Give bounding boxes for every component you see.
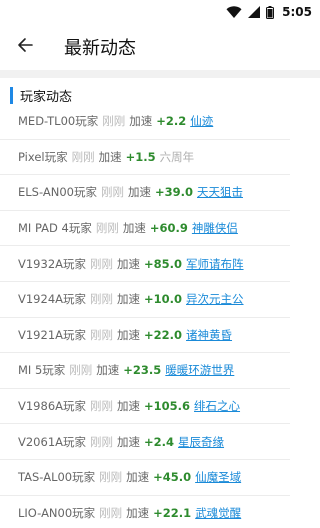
activity-row: MED-TL00玩家 刚刚 加速 +2.2 仙迹 xyxy=(0,104,290,140)
activity-row: MI 5玩家 刚刚 加速 +23.5 暖暖环游世界 xyxy=(0,353,290,389)
activity-device: TAS-AL00玩家 xyxy=(18,470,96,485)
activity-game-link[interactable]: 诸神黄昏 xyxy=(186,327,232,343)
activity-device: Pixel玩家 xyxy=(18,149,68,164)
page-title: 最新动态 xyxy=(64,38,136,59)
activity-boost: +10.0 xyxy=(144,292,183,307)
activity-boost: +39.0 xyxy=(154,185,193,200)
activity-game-link[interactable]: 仙迹 xyxy=(190,113,213,129)
activity-game-link[interactable]: 天天狙击 xyxy=(197,184,243,200)
activity-boost: +23.5 xyxy=(123,363,162,378)
activity-device: V1921A玩家 xyxy=(18,327,87,342)
activity-label: 加速 xyxy=(117,434,141,449)
activity-label: 加速 xyxy=(117,256,141,271)
activity-boost: +1.5 xyxy=(125,149,156,164)
status-time: 5:05 xyxy=(282,5,312,19)
activity-row: V2061A玩家 刚刚 加速 +2.4 星辰奇缘 xyxy=(0,424,290,460)
activity-time: 刚刚 xyxy=(99,470,123,485)
activity-time: 刚刚 xyxy=(102,114,126,129)
activity-device: V2061A玩家 xyxy=(18,434,87,449)
activity-time: 刚刚 xyxy=(71,149,95,164)
activity-time: 刚刚 xyxy=(90,256,114,271)
activity-device: MI PAD 4玩家 xyxy=(18,221,92,236)
activity-list: MED-TL00玩家 刚刚 加速 +2.2 仙迹 Pixel玩家 刚刚 加速 +1.5 六周年 EL… xyxy=(0,104,320,528)
activity-row: V1932A玩家 刚刚 加速 +85.0 军师请布阵 xyxy=(0,246,290,282)
activity-boost: +45.0 xyxy=(153,470,192,485)
activity-game-link[interactable]: 武魂觉醒 xyxy=(195,505,241,521)
activity-row: ELS-AN00玩家 刚刚 加速 +39.0 天天狙击 xyxy=(0,175,290,211)
activity-label: 加速 xyxy=(126,470,150,485)
activity-label: 加速 xyxy=(126,505,150,520)
activity-device: V1924A玩家 xyxy=(18,292,87,307)
activity-time: 刚刚 xyxy=(90,399,114,414)
activity-game-link[interactable]: 仙魔圣域 xyxy=(195,469,241,485)
activity-boost: +105.6 xyxy=(144,399,191,414)
activity-row: MI PAD 4玩家 刚刚 加速 +60.9 神雕侠侣 xyxy=(0,211,290,247)
wifi-icon xyxy=(226,6,242,18)
section-header: 玩家动态 xyxy=(10,86,73,105)
activity-label: 加速 xyxy=(117,327,141,342)
activity-game-link[interactable]: 绯石之心 xyxy=(194,398,240,414)
activity-device: V1932A玩家 xyxy=(18,256,87,271)
status-icons: 5:05 xyxy=(226,5,312,19)
activity-game-link[interactable]: 神雕侠侣 xyxy=(192,220,238,236)
activity-time: 刚刚 xyxy=(99,505,123,520)
activity-row: V1921A玩家 刚刚 加速 +22.0 诸神黄昏 xyxy=(0,318,290,354)
activity-row: V1924A玩家 刚刚 加速 +10.0 异次元主公 xyxy=(0,282,290,318)
activity-time: 刚刚 xyxy=(69,363,93,378)
activity-boost: +60.9 xyxy=(149,221,188,236)
activity-time: 刚刚 xyxy=(90,327,114,342)
cellular-signal-icon xyxy=(248,6,261,18)
activity-boost: +22.0 xyxy=(144,327,183,342)
app-bar: 最新动态 xyxy=(0,24,320,70)
section-accent-bar xyxy=(10,86,13,104)
activity-game-link[interactable]: 异次元主公 xyxy=(186,291,244,307)
activity-boost: +2.2 xyxy=(156,114,187,129)
activity-label: 加速 xyxy=(98,149,122,164)
activity-device: MED-TL00玩家 xyxy=(18,114,99,129)
battery-icon xyxy=(266,5,275,19)
status-bar: 5:05 xyxy=(0,0,320,24)
activity-row: Pixel玩家 刚刚 加速 +1.5 六周年 xyxy=(0,140,290,176)
activity-label: 加速 xyxy=(127,185,151,200)
activity-game-link[interactable]: 军师请布阵 xyxy=(186,256,244,272)
activity-device: ELS-AN00玩家 xyxy=(18,185,97,200)
section-title: 玩家动态 xyxy=(20,89,73,105)
activity-label: 加速 xyxy=(122,221,146,236)
activity-time: 刚刚 xyxy=(90,292,114,307)
activity-label: 加速 xyxy=(129,114,153,129)
back-button[interactable] xyxy=(0,24,50,70)
activity-label: 加速 xyxy=(96,363,120,378)
activity-time: 刚刚 xyxy=(95,221,119,236)
activity-row: V1986A玩家 刚刚 加速 +105.6 绯石之心 xyxy=(0,389,290,425)
activity-label: 加速 xyxy=(117,292,141,307)
activity-row: LIO-AN00玩家 刚刚 加速 +22.1 武魂觉醒 xyxy=(0,496,290,528)
activity-device: V1986A玩家 xyxy=(18,399,87,414)
activity-row: TAS-AL00玩家 刚刚 加速 +45.0 仙魔圣域 xyxy=(0,460,290,496)
activity-boost: +2.4 xyxy=(144,434,175,449)
section-divider xyxy=(0,70,320,78)
activity-boost: +22.1 xyxy=(153,505,192,520)
activity-time: 刚刚 xyxy=(90,434,114,449)
activity-game-link[interactable]: 暖暖环游世界 xyxy=(165,362,234,378)
activity-time: 刚刚 xyxy=(100,185,124,200)
activity-label: 加速 xyxy=(117,399,141,414)
arrow-left-icon xyxy=(17,37,33,57)
activity-device: MI 5玩家 xyxy=(18,363,66,378)
activity-game-link[interactable]: 星辰奇缘 xyxy=(178,434,224,450)
activity-device: LIO-AN00玩家 xyxy=(18,505,96,520)
activity-game-link: 六周年 xyxy=(159,149,195,164)
activity-boost: +85.0 xyxy=(144,256,183,271)
